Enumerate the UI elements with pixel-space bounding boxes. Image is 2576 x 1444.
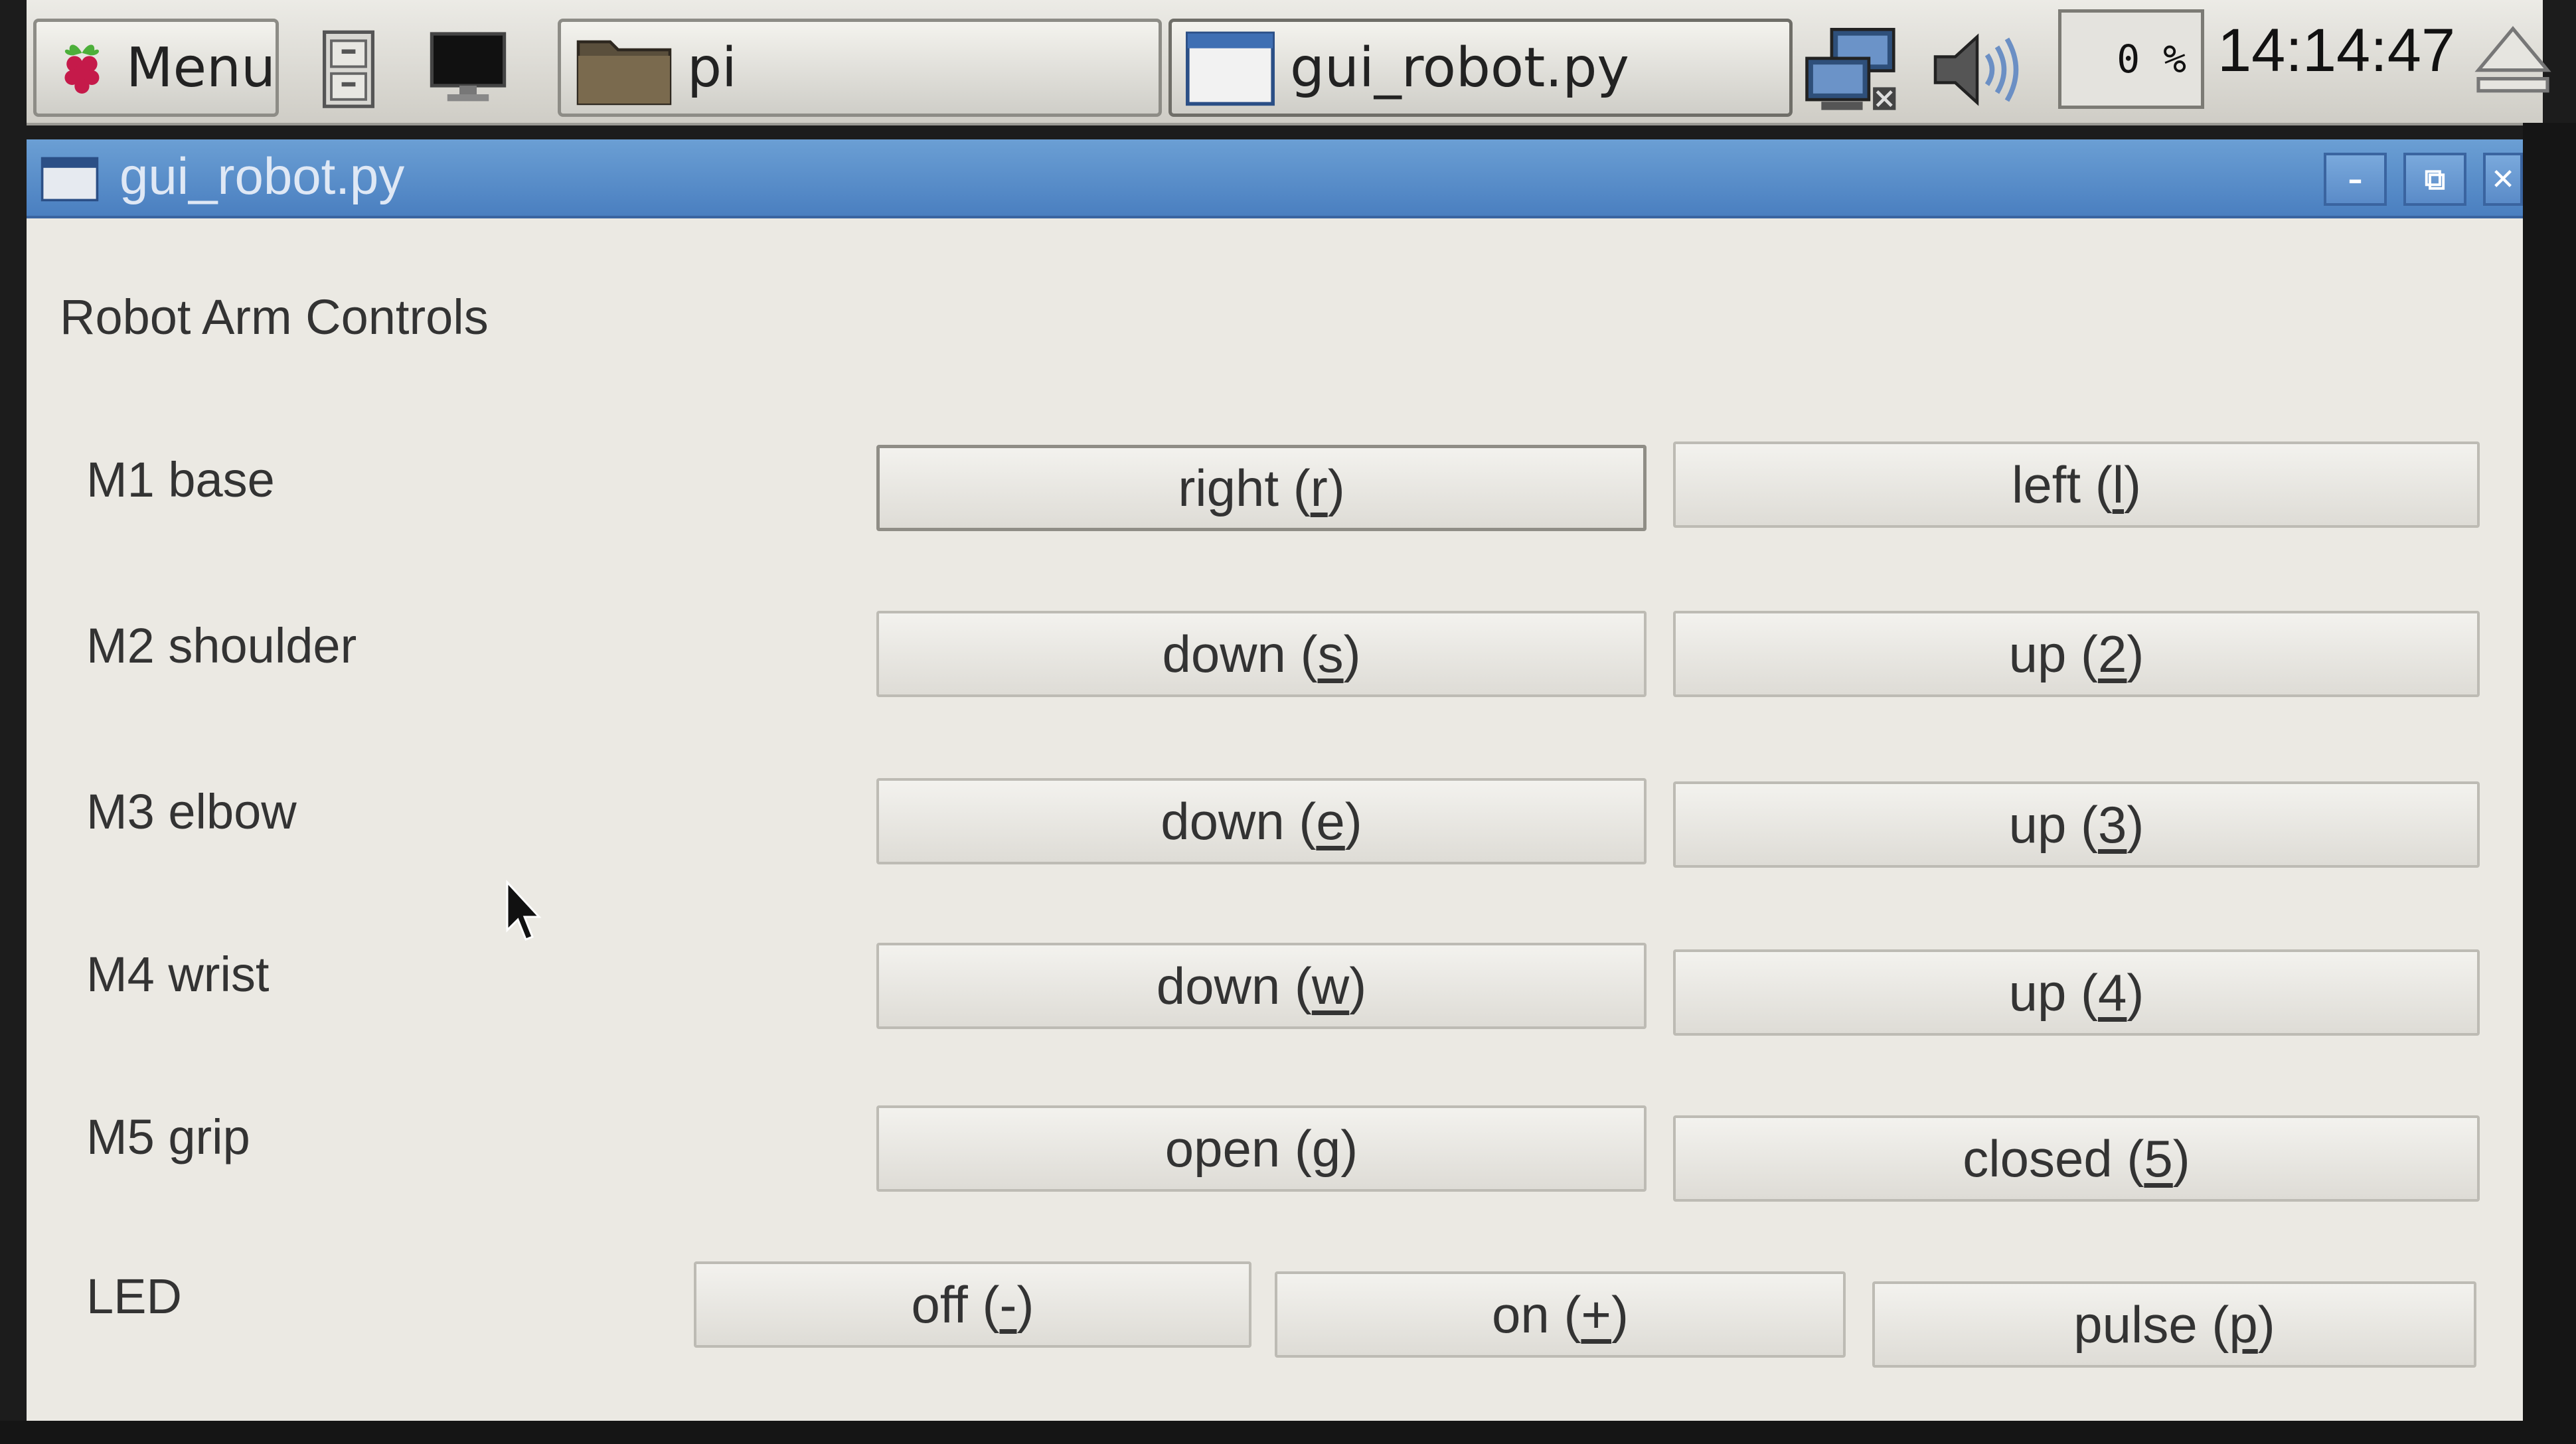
close-button[interactable]: ✕: [2483, 153, 2523, 206]
file-cabinet-icon[interactable]: [305, 25, 392, 112]
window-icon: [40, 157, 99, 202]
button-shortcut: 5: [2144, 1129, 2173, 1188]
m4-down-button[interactable]: down (w): [876, 943, 1647, 1029]
button-label: up (: [2008, 963, 2099, 1022]
screen-bezel-right: [2523, 123, 2576, 1444]
button-label-end: ): [1340, 1119, 1358, 1178]
button-label-end: ): [1343, 624, 1361, 683]
window-titlebar[interactable]: gui_robot.py – ⧉ ✕: [27, 139, 2523, 218]
button-shortcut: l: [2112, 455, 2125, 514]
button-shortcut: r: [1310, 458, 1328, 517]
button-shortcut: 4: [2098, 963, 2127, 1022]
row-label-m1: M1 base: [86, 452, 275, 507]
led-pulse-button[interactable]: pulse (p): [1872, 1281, 2476, 1368]
minimize-button[interactable]: –: [2324, 153, 2387, 206]
button-label-end: ): [2127, 624, 2144, 683]
raspberry-pi-icon: [64, 44, 100, 94]
button-shortcut: e: [1316, 791, 1345, 850]
maximize-button[interactable]: ⧉: [2403, 153, 2466, 206]
button-shortcut: g: [1311, 1119, 1341, 1178]
window-icon: [1186, 31, 1275, 106]
taskbar-item-label: gui_robot.py: [1290, 36, 1629, 100]
button-label: right (: [1178, 458, 1311, 517]
button-label-end: ): [1611, 1285, 1629, 1344]
m3-up-button[interactable]: up (3): [1673, 781, 2480, 868]
eject-icon[interactable]: [2470, 17, 2556, 103]
button-label: pulse (: [2073, 1295, 2229, 1354]
terminal-icon[interactable]: [425, 25, 511, 112]
screen-bezel-bottom: [0, 1421, 2576, 1444]
screen: Menu pi gui_robot.py 0 % 14:14:47 gui_ro…: [0, 0, 2576, 1444]
taskbar-item-label: pi: [687, 36, 737, 100]
volume-icon[interactable]: [1925, 23, 2025, 116]
network-icon[interactable]: [1799, 23, 1905, 116]
button-shortcut: 3: [2098, 795, 2127, 854]
button-label: up (: [2008, 624, 2099, 683]
app-title: Robot Arm Controls: [60, 289, 489, 345]
button-label: down (: [1162, 624, 1318, 683]
led-on-button[interactable]: on (+): [1275, 1271, 1846, 1358]
button-shortcut: -: [999, 1275, 1017, 1334]
button-label-end: ): [2127, 795, 2144, 854]
button-label-end: ): [1327, 458, 1345, 517]
button-label-end: ): [1016, 1275, 1034, 1334]
button-label: on (: [1492, 1285, 1581, 1344]
button-label: left (: [2011, 455, 2113, 514]
button-shortcut: p: [2229, 1295, 2258, 1354]
m2-down-button[interactable]: down (s): [876, 611, 1647, 697]
button-shortcut: 2: [2098, 624, 2127, 683]
button-label: closed (: [1963, 1129, 2144, 1188]
button-label: down (: [1156, 956, 1312, 1015]
window-title: gui_robot.py: [120, 147, 405, 205]
m4-up-button[interactable]: up (4): [1673, 949, 2480, 1036]
cpu-monitor[interactable]: 0 %: [2058, 9, 2204, 109]
button-label-end: ): [2257, 1295, 2275, 1354]
row-label-m3: M3 elbow: [86, 784, 297, 839]
button-label-end: ): [1349, 956, 1367, 1015]
menu-button[interactable]: Menu: [33, 19, 279, 117]
button-shortcut: +: [1581, 1285, 1611, 1344]
led-off-button[interactable]: off (-): [694, 1261, 1251, 1348]
button-shortcut: s: [1317, 624, 1344, 683]
m5-open-button[interactable]: open (g): [876, 1105, 1647, 1192]
button-label-end: ): [2124, 455, 2142, 514]
m1-left-button[interactable]: left (l): [1673, 441, 2480, 528]
mouse-pointer-icon: [506, 880, 542, 941]
taskbar-item-gui-robot[interactable]: gui_robot.py: [1168, 19, 1793, 117]
row-label-m5: M5 grip: [86, 1109, 250, 1164]
menu-label: Menu: [125, 36, 276, 100]
taskbar-item-pi[interactable]: pi: [558, 19, 1162, 117]
button-label: down (: [1161, 791, 1317, 850]
m2-up-button[interactable]: up (2): [1673, 611, 2480, 697]
folder-icon: [576, 40, 672, 106]
button-label-end: ): [2172, 1129, 2190, 1188]
button-shortcut: w: [1311, 956, 1350, 1015]
m5-closed-button[interactable]: closed (5): [1673, 1115, 2480, 1202]
row-label-m2: M2 shoulder: [86, 618, 357, 673]
row-label-m4: M4 wrist: [86, 947, 270, 1002]
button-label-end: ): [2127, 963, 2144, 1022]
m3-down-button[interactable]: down (e): [876, 778, 1647, 864]
row-label-led: LED: [86, 1269, 182, 1324]
button-label-end: ): [1344, 791, 1362, 850]
button-label: up (: [2008, 795, 2099, 854]
button-label: open (: [1165, 1119, 1312, 1178]
taskbar: Menu pi gui_robot.py 0 % 14:14:47: [27, 0, 2551, 125]
app-window: gui_robot.py – ⧉ ✕ Robot Arm Controls M1…: [27, 139, 2523, 1421]
clock[interactable]: 14:14:47: [2217, 16, 2455, 86]
button-label: off (: [911, 1275, 1000, 1334]
m1-right-button[interactable]: right (r): [876, 445, 1647, 531]
